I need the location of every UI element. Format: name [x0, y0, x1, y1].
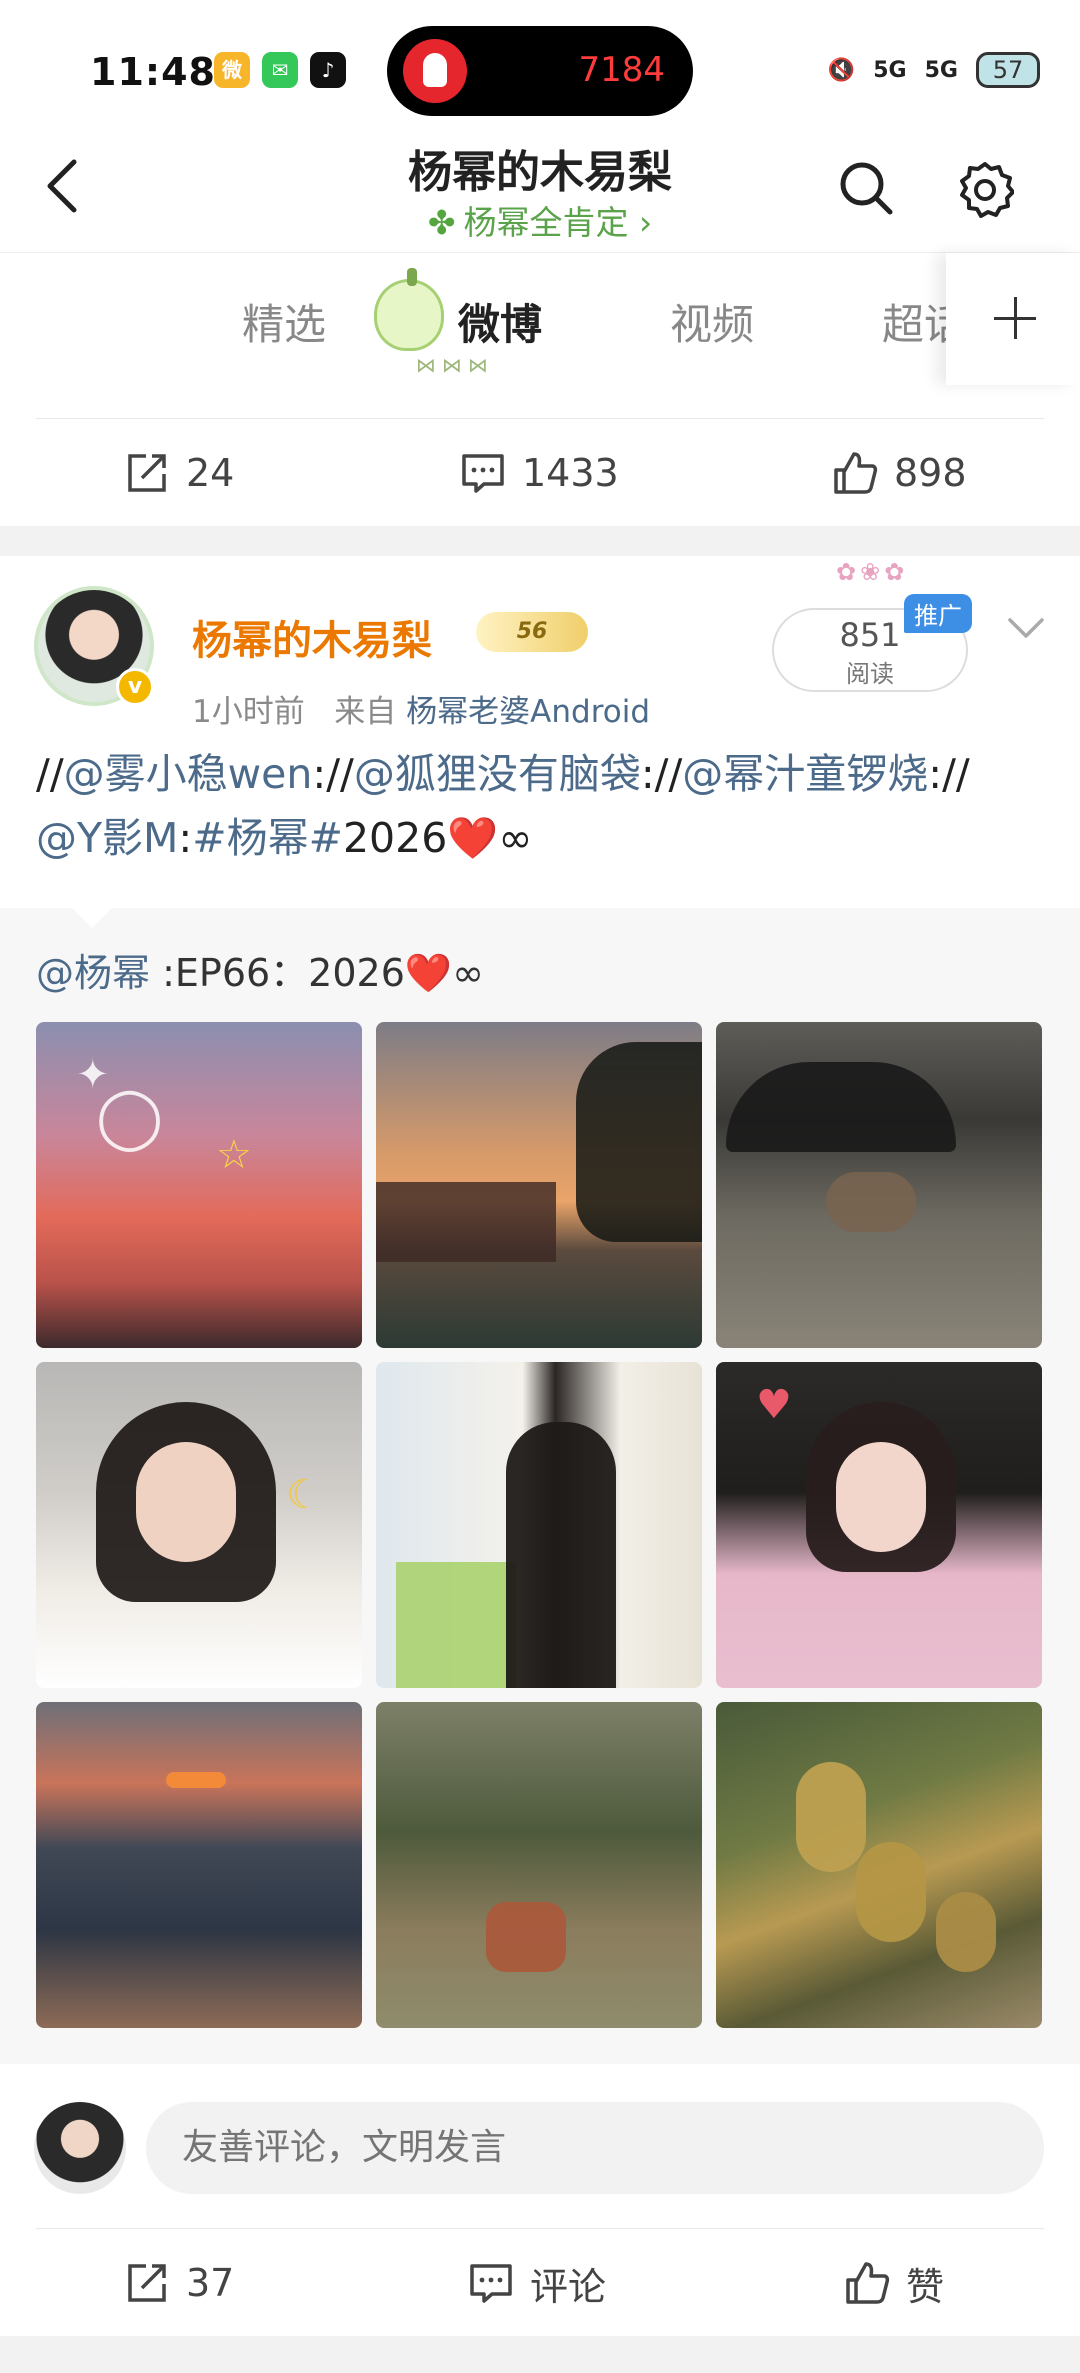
thumbs-up-icon — [846, 2262, 890, 2304]
photo-cow-field[interactable] — [376, 1702, 702, 2028]
like-button[interactable]: 赞 — [844, 2258, 945, 2309]
text-tail: 2026 — [342, 814, 448, 862]
previous-post-actions: 24 1433 898 — [0, 418, 1080, 526]
comment-label: 评论 — [530, 2264, 607, 2309]
mention-link[interactable]: @Y影M — [36, 814, 178, 862]
photo-sunset-doodle[interactable]: ✦ ☆ ◯ — [36, 1022, 362, 1348]
search-icon[interactable] — [838, 160, 894, 216]
mention-link[interactable]: @幂汁童锣烧 — [682, 750, 928, 798]
status-icons: 🔇 5G 5G 57 — [828, 48, 1040, 92]
text-sep: // — [36, 750, 64, 798]
my-avatar — [34, 2102, 126, 2194]
subtitle-link[interactable]: ✤ 杨幂全肯定 › — [0, 196, 1080, 244]
gear-icon[interactable] — [956, 160, 1014, 218]
like-button[interactable]: 898 — [832, 448, 967, 498]
infinity-icon: ∞ — [498, 814, 533, 862]
photo-jackfruit-tree[interactable] — [716, 1702, 1042, 2028]
verified-badge-icon: v — [116, 668, 154, 706]
apple-tab-icon — [374, 268, 444, 351]
mention-link[interactable]: @雾小稳wen — [64, 750, 313, 798]
tab-featured[interactable]: 精选 — [242, 291, 326, 352]
bow-decoration-icon: ⋈⋈⋈ — [416, 353, 494, 377]
post-source[interactable]: 杨幂老婆Android — [406, 694, 650, 730]
photo-woman-wink[interactable]: ☾ — [36, 1362, 362, 1688]
photo-cat-umbrella[interactable] — [716, 1022, 1042, 1348]
repost-button[interactable]: 37 — [124, 2258, 234, 2308]
photo-woman-back[interactable] — [376, 1362, 702, 1688]
divider — [36, 2228, 1044, 2229]
post-actions: 37 评论 赞 — [0, 2228, 1080, 2336]
text-sep: :// — [640, 750, 683, 798]
repost-count: 24 — [186, 451, 235, 495]
read-label: 阅读 — [846, 660, 894, 688]
comment-button[interactable]: 评论 — [468, 2258, 607, 2309]
share-icon — [128, 2264, 166, 2302]
repost-notch — [72, 908, 112, 928]
mention-link[interactable]: @狐狸没有脑袋 — [354, 750, 641, 798]
repost-text: @杨幂 :EP66：2026❤️∞ — [36, 942, 484, 997]
tab-bar: 精选 微博 ⋈⋈⋈ 视频 超话 — [0, 252, 1080, 385]
level-badge[interactable]: 56 — [476, 612, 588, 652]
source-prefix: 来自 — [334, 694, 397, 730]
page-header: 杨幂的木易梨 ✤ 杨幂全肯定 › — [0, 130, 1080, 250]
post-text: //@雾小稳wen://@狐狸没有脑袋://@幂汁童锣烧://@Y影M:#杨幂#… — [36, 742, 1046, 870]
share-icon — [128, 454, 166, 492]
section-gap — [0, 526, 1080, 556]
island-app-icon — [403, 39, 467, 103]
text-sep: : — [178, 814, 193, 862]
comment-button[interactable]: 1433 — [460, 448, 619, 498]
promo-decoration-icon: ✿❀✿ — [836, 558, 909, 586]
photo-dusk-building[interactable] — [376, 1022, 702, 1348]
weibo-notification-icon: 微 — [214, 52, 250, 88]
page-title: 杨幂的木易梨 — [408, 147, 672, 198]
photo-woman-pink-sweater[interactable]: ♥ — [716, 1362, 1042, 1688]
message-notification-icon: ✉ — [262, 52, 298, 88]
infinity-icon: ∞ — [452, 951, 484, 995]
thumbs-up-icon — [834, 452, 878, 494]
post-time: 1小时前 — [192, 694, 305, 730]
promo-badge: 推广 — [904, 594, 972, 633]
section-gap — [0, 2336, 1080, 2373]
dynamic-island[interactable]: 7184 — [387, 26, 693, 116]
comment-input[interactable] — [146, 2102, 1044, 2194]
mute-icon: 🔇 — [827, 57, 856, 83]
photo-sea-sunset[interactable] — [36, 1702, 362, 2028]
divider — [36, 418, 1044, 419]
repost-body: :EP66：2026 — [150, 951, 405, 995]
battery-icon: 57 — [976, 52, 1040, 88]
text-sep: :// — [928, 750, 970, 798]
tiktok-notification-icon: ♪ — [310, 52, 346, 88]
status-bar: 11:48 微 ✉ ♪ 7184 🔇 5G 5G 57 — [0, 0, 1080, 130]
comment-row — [0, 2064, 1080, 2228]
island-counter: 7184 — [578, 50, 665, 90]
post-meta: 1小时前 来自 杨幂老婆Android — [192, 686, 650, 731]
author-name[interactable]: 杨幂的木易梨 — [192, 608, 432, 666]
add-tab-plus-icon[interactable] — [946, 253, 1080, 385]
text-sep: :// — [312, 750, 354, 798]
post-card[interactable]: ✿❀✿ v 杨幂的木易梨 56 1小时前 来自 杨幂老婆Android 851 … — [0, 556, 1080, 2064]
chevron-right-icon: › — [638, 203, 653, 242]
chevron-down-icon[interactable] — [1006, 614, 1046, 644]
comment-icon — [470, 2264, 512, 2303]
heart-icon: ❤️ — [404, 951, 453, 995]
status-time: 11:48 — [90, 50, 216, 94]
tab-weibo[interactable]: 微博 — [458, 291, 542, 352]
repost-count: 37 — [186, 2261, 235, 2305]
clover-icon: ✤ — [427, 203, 456, 242]
mention-link[interactable]: @杨幂 — [36, 951, 150, 995]
like-label: 赞 — [906, 2264, 945, 2309]
tab-super-topic[interactable]: 超话 — [882, 291, 948, 352]
comment-count: 1433 — [522, 451, 619, 495]
reposted-content[interactable]: @杨幂 :EP66：2026❤️∞ ✦ ☆ ◯ ☾ ♥ — [0, 908, 1080, 2064]
like-count: 898 — [894, 451, 967, 495]
tab-videos[interactable]: 视频 — [670, 291, 754, 352]
hashtag-link[interactable]: #杨幂# — [192, 814, 343, 862]
heart-icon: ❤️ — [447, 814, 499, 862]
signal-2-label: 5G — [924, 57, 958, 83]
comment-icon — [462, 454, 504, 493]
repost-button[interactable]: 24 — [124, 448, 234, 498]
signal-1-label: 5G — [873, 57, 907, 83]
subtitle-text: 杨幂全肯定 — [463, 203, 629, 242]
